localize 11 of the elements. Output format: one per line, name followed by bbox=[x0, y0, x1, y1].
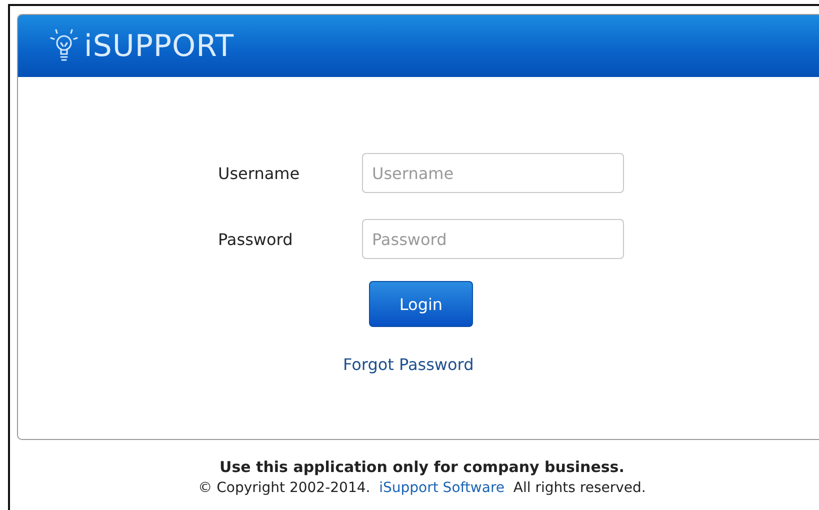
login-button[interactable]: Login bbox=[369, 281, 473, 327]
forgot-password-link[interactable]: Forgot Password bbox=[343, 355, 474, 374]
copyright-text: © Copyright 2002-2014. iSupport Software All rights reserved. bbox=[198, 480, 646, 496]
app-title: iSUPPORT bbox=[84, 28, 234, 64]
usage-notice: Use this application only for company business. bbox=[220, 458, 624, 476]
field-label: Username bbox=[218, 164, 301, 182]
company-link[interactable]: iSupport Software bbox=[379, 480, 505, 496]
input-field[interactable]: Password bbox=[362, 219, 624, 259]
lightbulb-icon bbox=[50, 28, 78, 64]
field-label: Password bbox=[218, 230, 294, 248]
input-field[interactable]: Username bbox=[362, 153, 624, 193]
